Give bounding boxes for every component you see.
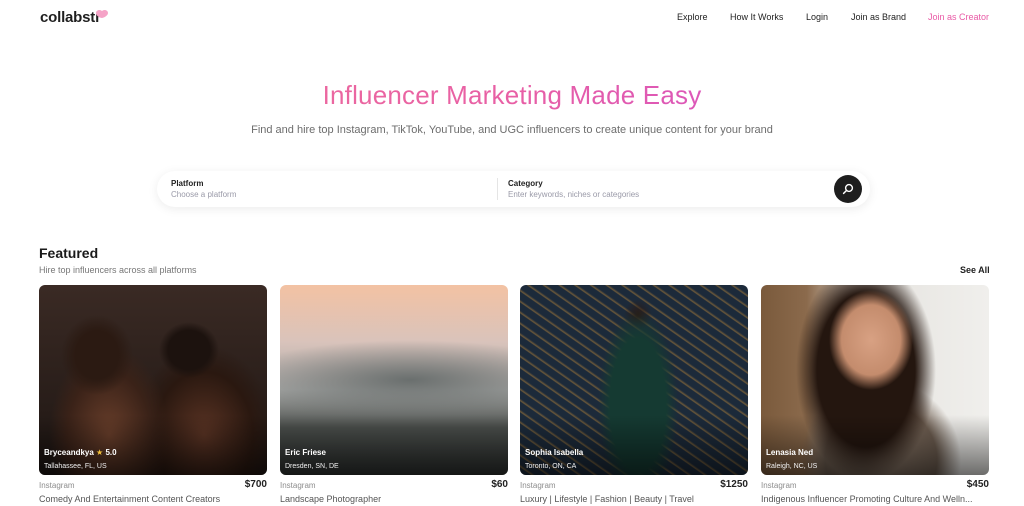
creator-rating: 5.0 <box>105 448 117 457</box>
creator-price: $1250 <box>720 479 748 490</box>
search-bar: Platform Choose a platform Category Ente… <box>157 171 870 207</box>
creator-card[interactable]: Bryceandkya ★ 5.0 Tallahassee, FL, US In… <box>39 285 267 504</box>
creator-location: Tallahassee, FL, US <box>44 463 107 470</box>
featured-subtitle: Hire top influencers across all platform… <box>39 265 197 275</box>
creator-name: Sophia Isabella <box>525 448 584 457</box>
hero-subtitle: Find and hire top Instagram, TikTok, You… <box>251 124 773 136</box>
search-divider <box>497 178 498 200</box>
creator-description: Comedy And Entertainment Content Creator… <box>39 494 221 504</box>
search-button[interactable] <box>834 175 862 203</box>
creator-card[interactable]: Lenasia Ned Raleigh, NC, US Instagram $4… <box>761 285 989 504</box>
creator-description: Luxury | Lifestyle | Fashion | Beauty | … <box>520 494 694 504</box>
creator-platform: Instagram <box>761 481 797 490</box>
nav-login[interactable]: Login <box>806 12 828 22</box>
creator-price: $450 <box>966 479 989 490</box>
creator-card[interactable]: Eric Friese Dresden, SN, DE Instagram $6… <box>280 285 508 504</box>
platform-field[interactable]: Platform Choose a platform <box>157 171 495 207</box>
platform-label: Platform <box>171 179 204 188</box>
creator-platform: Instagram <box>520 481 556 490</box>
creator-name: Eric Friese <box>285 448 326 457</box>
logo[interactable]: collabstr <box>40 9 101 26</box>
featured-title: Featured <box>39 245 99 261</box>
creator-card[interactable]: Sophia Isabella Toronto, ON, CA Instagra… <box>520 285 748 504</box>
creator-price: $60 <box>491 479 508 490</box>
category-field[interactable]: Category Enter keywords, niches or categ… <box>499 171 829 207</box>
creator-description: Indigenous Influencer Promoting Culture … <box>761 494 973 504</box>
hero-title: Influencer Marketing Made Easy <box>0 80 1024 111</box>
creator-location: Toronto, ON, CA <box>525 463 577 470</box>
nav-explore[interactable]: Explore <box>677 12 708 22</box>
top-nav: collabstr Explore How It Works Login Joi… <box>0 0 1024 34</box>
nav-join-as-creator[interactable]: Join as Creator <box>928 12 989 22</box>
creator-name-row: Bryceandkya ★ 5.0 <box>44 448 117 457</box>
creator-photo[interactable]: Sophia Isabella Toronto, ON, CA <box>520 285 748 475</box>
creator-photo[interactable]: Lenasia Ned Raleigh, NC, US <box>761 285 989 475</box>
category-label: Category <box>508 179 543 188</box>
creator-photo[interactable]: Eric Friese Dresden, SN, DE <box>280 285 508 475</box>
star-icon: ★ <box>96 448 104 457</box>
creator-platform: Instagram <box>280 481 316 490</box>
see-all-link[interactable]: See All <box>960 265 990 275</box>
creator-platform: Instagram <box>39 481 75 490</box>
creator-price: $700 <box>244 479 267 490</box>
search-icon <box>842 183 854 195</box>
creator-location: Raleigh, NC, US <box>766 463 818 470</box>
creator-location: Dresden, SN, DE <box>285 463 339 470</box>
creator-name: Lenasia Ned <box>766 448 814 457</box>
nav-how-it-works[interactable]: How It Works <box>730 12 783 22</box>
logo-mark-icon <box>96 9 108 18</box>
creator-description: Landscape Photographer <box>280 494 382 504</box>
nav-join-as-brand[interactable]: Join as Brand <box>851 12 906 22</box>
platform-placeholder: Choose a platform <box>171 190 237 199</box>
creator-name: Bryceandkya <box>44 448 94 457</box>
category-placeholder: Enter keywords, niches or categories <box>508 190 640 199</box>
creator-photo[interactable]: Bryceandkya ★ 5.0 Tallahassee, FL, US <box>39 285 267 475</box>
